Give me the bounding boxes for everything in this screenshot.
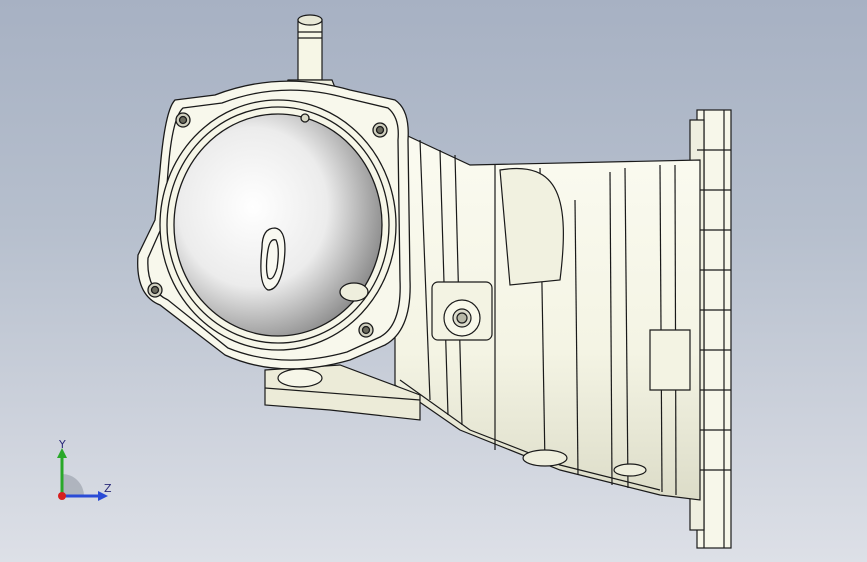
- throttle-bore: [159, 99, 397, 351]
- triad-origin: [58, 492, 66, 500]
- cad-model-throttle-body[interactable]: [0, 0, 867, 562]
- triad-plane: [62, 474, 84, 496]
- triad-y-label: Y: [58, 440, 66, 451]
- coordinate-triad: Y Z: [57, 440, 112, 501]
- mounting-boss: [431, 281, 493, 341]
- triad-z-label: Z: [104, 482, 112, 495]
- graphics-viewport[interactable]: Y Z: [0, 0, 867, 562]
